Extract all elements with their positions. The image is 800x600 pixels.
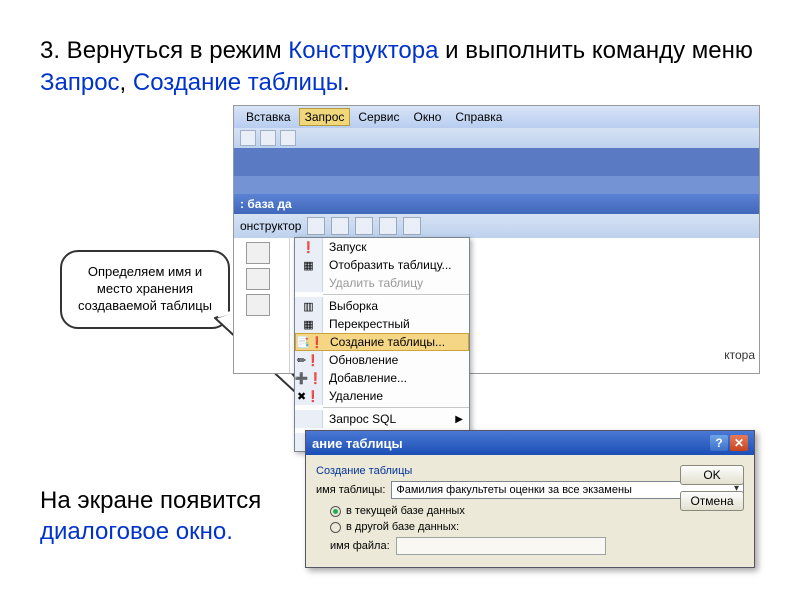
append-icon: ➕❗ <box>295 372 322 385</box>
menubar: Вставка Запрос Сервис Окно Справка <box>234 106 759 128</box>
help-button[interactable]: ? <box>710 435 728 451</box>
toolbar-icon[interactable] <box>260 130 276 146</box>
file-label: имя файла: <box>330 540 390 552</box>
radio-other-db[interactable]: в другой базе данных: <box>330 521 744 533</box>
query-dropdown-menu: ❗Запуск ▦Отобразить таблицу... Удалить т… <box>294 237 470 452</box>
menu-delete-table: Удалить таблицу <box>295 274 469 292</box>
nav-icon[interactable] <box>246 242 270 264</box>
menu-help[interactable]: Справка <box>449 108 508 126</box>
menu-delete[interactable]: ✖❗Удаление <box>295 387 469 405</box>
maketable-icon: 📑❗ <box>296 336 323 349</box>
submenu-arrow-icon: ▶ <box>455 414 463 425</box>
close-button[interactable]: ✕ <box>730 435 748 451</box>
select-icon: ▥ <box>303 300 313 313</box>
toolbar-icon[interactable] <box>331 217 349 235</box>
nav-pane <box>234 238 290 373</box>
file-input <box>396 537 606 555</box>
designer-label: онструктор <box>240 219 301 233</box>
menu-insert[interactable]: Вставка <box>240 108 297 126</box>
bottom-text: На экране появится диалоговое окно. <box>40 485 261 547</box>
menu-run[interactable]: ❗Запуск <box>295 238 469 256</box>
toolbar-icon[interactable] <box>280 130 296 146</box>
cancel-button[interactable]: Отмена <box>680 491 744 511</box>
menu-query[interactable]: Запрос <box>299 108 351 126</box>
make-table-dialog: ание таблицы ? ✕ Создание таблицы имя та… <box>305 430 755 568</box>
run-icon: ❗ <box>302 241 316 254</box>
separator <box>323 407 469 408</box>
lower-toolbar: онструктор <box>234 214 759 238</box>
menu-service[interactable]: Сервис <box>352 108 405 126</box>
menu-select[interactable]: ▥Выборка <box>295 297 469 315</box>
table-icon: ▦ <box>303 259 313 272</box>
access-screenshot: Вставка Запрос Сервис Окно Справка : баз… <box>233 105 760 374</box>
delete-icon: ✖❗ <box>297 390 320 403</box>
dialog-titlebar: ание таблицы ? ✕ <box>306 431 754 455</box>
name-label: имя таблицы: <box>316 484 385 496</box>
update-icon: ✏❗ <box>297 354 320 367</box>
band <box>234 148 759 176</box>
menu-make-table[interactable]: 📑❗Создание таблицы... <box>295 333 469 351</box>
separator <box>323 294 469 295</box>
side-text: ктора <box>724 348 755 362</box>
menu-update[interactable]: ✏❗Обновление <box>295 351 469 369</box>
db-titlebar: : база да <box>234 194 759 214</box>
ok-button[interactable]: OK <box>680 465 744 485</box>
toolbar-icon[interactable] <box>307 217 325 235</box>
band <box>234 176 759 194</box>
menu-sql[interactable]: Запрос SQL▶ <box>295 410 469 428</box>
toolbar-icon[interactable] <box>403 217 421 235</box>
crosstab-icon: ▦ <box>303 318 313 331</box>
toolbar-icon[interactable] <box>240 130 256 146</box>
toolbar-icon[interactable] <box>379 217 397 235</box>
menu-show-table[interactable]: ▦Отобразить таблицу... <box>295 256 469 274</box>
toolbar-icon[interactable] <box>355 217 373 235</box>
radio-icon <box>330 522 341 533</box>
menu-crosstab[interactable]: ▦Перекрестный <box>295 315 469 333</box>
menu-append[interactable]: ➕❗Добавление... <box>295 369 469 387</box>
instruction-text: 3. Вернуться в режим Конструктора и выпо… <box>40 35 760 100</box>
toolbar <box>234 128 759 148</box>
radio-icon <box>330 506 341 517</box>
nav-icon[interactable] <box>246 268 270 290</box>
nav-icon[interactable] <box>246 294 270 316</box>
workspace: ктора ❗Запуск ▦Отобразить таблицу... Уда… <box>234 238 759 373</box>
menu-window[interactable]: Окно <box>407 108 447 126</box>
